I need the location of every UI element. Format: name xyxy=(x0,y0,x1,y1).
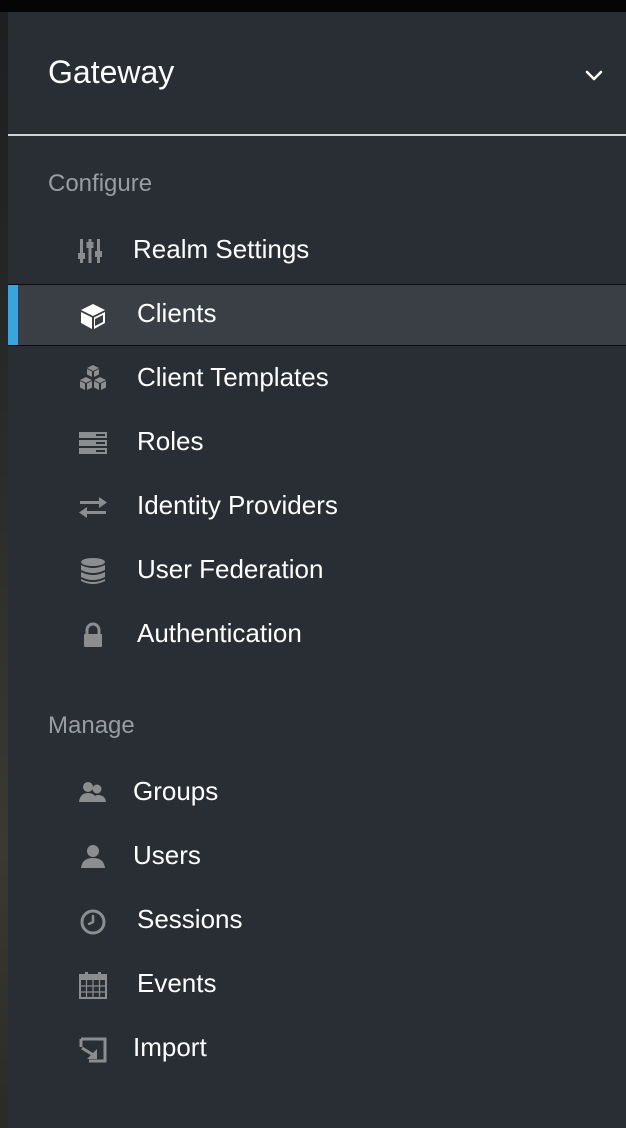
sidebar-item-users[interactable]: Users xyxy=(8,826,626,888)
sidebar-item-realm-settings[interactable]: Realm Settings xyxy=(8,220,626,282)
realm-selector-dropdown[interactable]: Gateway xyxy=(8,12,626,136)
sidebar-nav: Gateway Configure Realm Settings Clients… xyxy=(8,12,626,1128)
sidebar-item-sessions[interactable]: Sessions xyxy=(8,890,626,952)
sidebar-item-authentication[interactable]: Authentication xyxy=(8,604,626,666)
section-title-configure: Configure xyxy=(48,170,153,197)
section-title-manage: Manage xyxy=(48,712,135,739)
sidebar-item-groups[interactable]: Groups xyxy=(8,762,626,824)
sidebar-item-identity-providers[interactable]: Identity Providers xyxy=(8,476,626,538)
sidebar-item-label: Roles xyxy=(137,426,204,456)
sidebar-item-label: Sessions xyxy=(137,904,243,934)
sidebar-item-label: Clients xyxy=(137,298,217,328)
sidebar-item-label: Groups xyxy=(133,776,219,806)
cube-icon xyxy=(81,304,105,329)
import-icon xyxy=(79,1037,107,1063)
top-edge xyxy=(0,0,626,12)
sidebar-item-events[interactable]: Events xyxy=(8,954,626,1016)
sidebar-item-label: Client Templates xyxy=(137,362,329,392)
sidebar-item-roles[interactable]: Roles xyxy=(8,412,626,474)
list-icon xyxy=(79,432,107,454)
sidebar-item-label: Realm Settings xyxy=(133,234,310,264)
sidebar-item-user-federation[interactable]: User Federation xyxy=(8,540,626,602)
active-indicator xyxy=(8,285,18,345)
sidebar-item-label: Users xyxy=(133,840,201,870)
sidebar-item-client-templates[interactable]: Client Templates xyxy=(8,348,626,410)
lock-icon xyxy=(84,622,102,647)
background-strip xyxy=(0,12,8,1128)
chevron-down-icon[interactable] xyxy=(582,64,606,88)
sidebar-item-clients[interactable]: Clients xyxy=(8,284,626,346)
window: Gateway Configure Realm Settings Clients… xyxy=(0,0,626,1128)
sliders-icon xyxy=(78,239,102,263)
realm-name: Gateway xyxy=(48,54,175,90)
sidebar-item-label: Events xyxy=(137,968,217,998)
sidebar-item-label: User Federation xyxy=(137,554,324,584)
sidebar-item-label: Authentication xyxy=(137,618,302,648)
clock-icon xyxy=(80,909,106,935)
exchange-icon xyxy=(79,497,107,518)
users-icon xyxy=(79,782,106,802)
calendar-icon xyxy=(79,972,107,999)
sidebar-item-import[interactable]: Import xyxy=(8,1018,626,1080)
user-icon xyxy=(81,845,105,868)
sidebar-item-label: Identity Providers xyxy=(137,490,338,520)
database-icon xyxy=(81,558,105,584)
cubes-icon xyxy=(80,365,106,390)
sidebar-item-label: Import xyxy=(133,1032,207,1062)
